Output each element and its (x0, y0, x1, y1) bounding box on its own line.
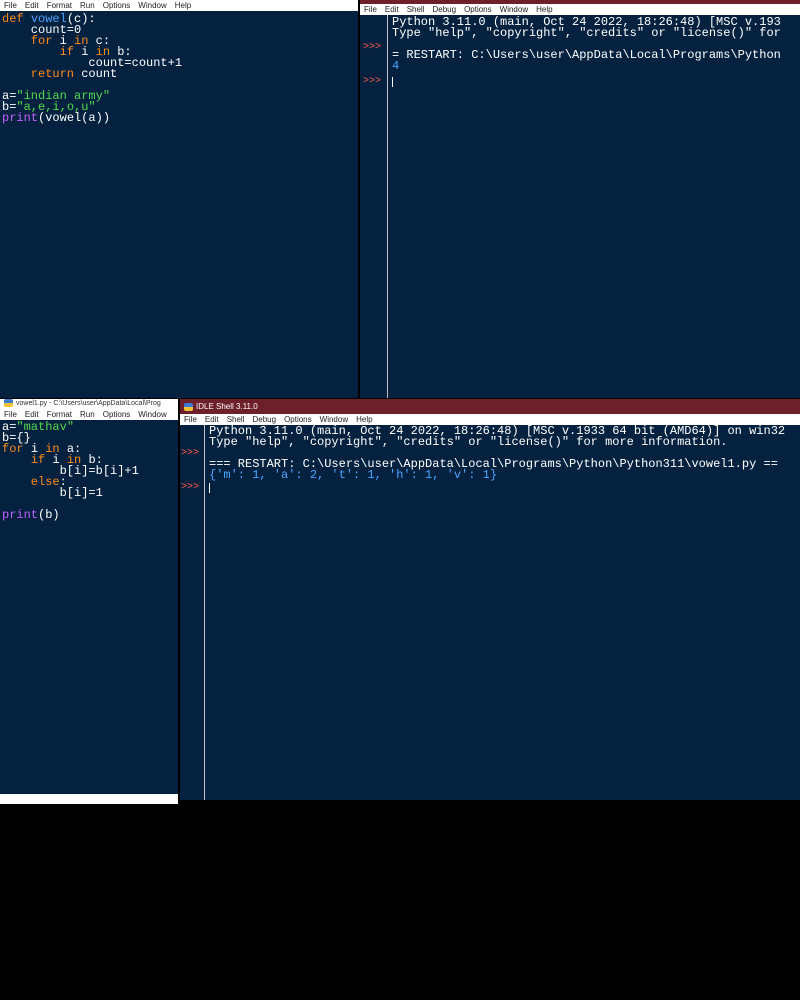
menu-item-file[interactable]: File (0, 0, 21, 11)
menu-item-run[interactable]: Run (76, 409, 99, 420)
editor-code-area[interactable]: def vowel(c): count=0 for i in c: if i i… (2, 13, 182, 125)
editor-menubar: File Edit Format Run Options Window Help (0, 0, 358, 11)
editor-menubar: File Edit Format Run Options Window (0, 409, 178, 420)
editor-code-area[interactable]: a="mathav" b={} for i in a: if i in b: b[i… (2, 421, 139, 522)
python-file-icon (4, 399, 13, 408)
menu-item-edit[interactable]: Edit (381, 4, 403, 15)
menu-item-format[interactable]: Format (43, 409, 76, 420)
menu-item-window[interactable]: Window (134, 409, 170, 420)
menu-item-window[interactable]: Window (496, 4, 532, 15)
menu-item-run[interactable]: Run (76, 0, 99, 11)
menu-item-debug[interactable]: Debug (428, 4, 460, 15)
shell-line: 4 (392, 59, 400, 73)
shell-window-2: IDLE Shell 3.11.0 File Edit Shell Debug Opti… (180, 399, 800, 800)
code-line: print(b) (2, 508, 60, 522)
shell-prompt: >>> (363, 42, 382, 53)
shell-titlebar[interactable]: IDLE Shell 3.11.0 (180, 399, 800, 414)
shell-prompt: >>> (181, 482, 200, 493)
code-line: print(vowel(a)) (2, 111, 111, 125)
code-line: return count (2, 67, 118, 81)
menu-item-options[interactable]: Options (460, 4, 496, 15)
menu-item-window[interactable]: Window (134, 0, 170, 11)
menu-item-format[interactable]: Format (43, 0, 76, 11)
shell-line: Type "help", "copyright", "credits" or "… (392, 26, 781, 40)
editor-window-vowel: File Edit Format Run Options Window Help def v… (0, 0, 358, 398)
shell-window-1: File Edit Shell Debug Options Window Help >>> … (360, 0, 800, 398)
shell-title: IDLE Shell 3.11.0 (196, 402, 258, 411)
shell-line: Type "help", "copyright", "credits" or "… (209, 435, 728, 449)
text-cursor (392, 77, 393, 87)
shell-line: {'m': 1, 'a': 2, 't': 1, 'h': 1, 'v': 1} (209, 468, 498, 482)
code-line: b[i]=1 (2, 486, 103, 500)
menu-item-file[interactable]: File (0, 409, 21, 420)
shell-menubar: File Edit Shell Debug Options Window Help (360, 4, 800, 15)
shell-output[interactable]: Python 3.11.0 (main, Oct 24 2022, 18:26:… (392, 16, 781, 73)
menu-item-file[interactable]: File (360, 4, 381, 15)
shell-prompt: >>> (363, 76, 382, 87)
shell-output[interactable]: Python 3.11.0 (main, Oct 24 2022, 18:26:… (209, 425, 785, 482)
window-edge (0, 800, 178, 804)
menu-item-file[interactable]: File (180, 414, 201, 425)
menu-item-shell[interactable]: Shell (403, 4, 429, 15)
editor-titlebar[interactable]: vowel1.py - C:\Users\user\AppData\Local\… (0, 399, 178, 409)
menu-item-options[interactable]: Options (99, 0, 135, 11)
menu-item-help[interactable]: Help (171, 0, 195, 11)
menu-item-options[interactable]: Options (99, 409, 135, 420)
shell-line: = RESTART: C:\Users\user\AppData\Local\P… (392, 48, 781, 62)
editor-title: vowel1.py - C:\Users\user\AppData\Local\… (16, 400, 161, 407)
text-cursor (209, 483, 210, 493)
editor-window-vowel1: vowel1.py - C:\Users\user\AppData\Local\… (0, 399, 178, 800)
idle-icon (184, 402, 193, 411)
shell-prompt-gutter (360, 15, 388, 398)
menu-item-help[interactable]: Help (532, 4, 556, 15)
menu-item-edit[interactable]: Edit (21, 409, 43, 420)
menu-item-edit[interactable]: Edit (21, 0, 43, 11)
shell-prompt: >>> (181, 448, 200, 459)
